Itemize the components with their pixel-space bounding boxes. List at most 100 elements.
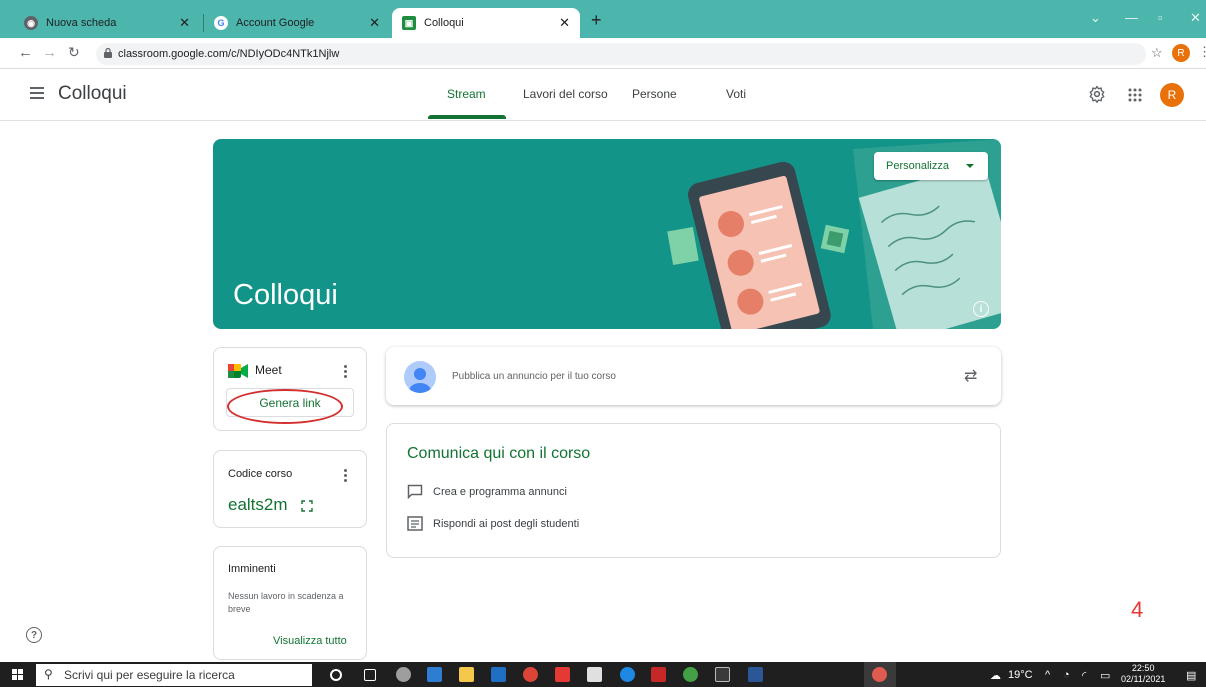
close-window-button[interactable]: ✕ (1190, 10, 1201, 26)
communicate-item: Crea e programma annunci (407, 484, 567, 499)
profile-avatar[interactable]: R (1172, 44, 1190, 62)
forward-arrow-icon[interactable]: → (42, 44, 57, 61)
outlook-icon[interactable] (491, 667, 506, 682)
page-number-annotation: 4 (1131, 597, 1144, 622)
gear-icon[interactable] (1088, 85, 1106, 103)
class-code-card: Codice corso ealts2m (213, 450, 367, 528)
taskbar-search-box[interactable]: ⚲ Scrivi qui per eseguire la ricerca (36, 664, 312, 686)
google-meet-icon (228, 364, 248, 378)
browser-tab-strip: ◉ Nuova scheda ✕ G Account Google ✕ ▣ Co… (0, 0, 1206, 38)
cortana-icon[interactable] (330, 669, 342, 681)
system-clock[interactable]: 22:50 02/11/2021 (1121, 663, 1165, 685)
classroom-icon: ▣ (402, 16, 416, 30)
back-arrow-icon[interactable]: ← (18, 44, 33, 61)
notifications-icon[interactable]: ▤ (1186, 669, 1196, 682)
highlight-ellipse (227, 389, 343, 424)
minimize-button[interactable]: — (1125, 10, 1138, 25)
file-explorer-icon[interactable] (459, 667, 474, 682)
url-text: classroom.google.com/c/NDIyODc4NTk1Njlw (118, 48, 340, 60)
browser-tab-colloqui[interactable]: ▣ Colloqui ✕ (392, 8, 580, 38)
weather-icon[interactable]: ☁ (990, 669, 1001, 682)
communicate-item-label: Crea e programma annunci (433, 485, 567, 498)
info-icon[interactable]: i (973, 301, 989, 317)
taskbar-app-icon[interactable] (587, 667, 602, 682)
acrobat-icon[interactable] (555, 667, 570, 682)
windows-start-icon[interactable] (12, 669, 24, 681)
customize-label: Personalizza (886, 160, 949, 172)
new-tab-button[interactable]: + (591, 10, 602, 31)
lock-icon (104, 48, 112, 58)
user-avatar-placeholder (404, 361, 436, 393)
battery-icon[interactable]: ▭ (1100, 669, 1110, 682)
google-icon: G (214, 16, 228, 30)
search-icon: ⚲ (44, 667, 53, 681)
view-all-link[interactable]: Visualizza tutto (273, 635, 347, 647)
tab-title: Colloqui (424, 17, 464, 29)
upcoming-title: Imminenti (228, 563, 276, 575)
temperature-text: 19°C (1008, 669, 1033, 681)
banner-class-title: Colloqui (233, 279, 338, 311)
taskbar-app-icon[interactable] (715, 667, 730, 682)
browser-toolbar: ← → ↻ classroom.google.com/c/NDIyODc4NTk… (0, 38, 1206, 69)
tab-search-chevron-icon[interactable]: ⌄ (1090, 10, 1101, 26)
classroom-header: Colloqui Stream Lavori del corso Persone… (0, 69, 1206, 121)
tab-persone[interactable]: Persone (632, 87, 677, 101)
help-icon[interactable]: ? (26, 627, 42, 643)
communicate-title: Comunica qui con il corso (407, 445, 591, 462)
upcoming-empty-text: Nessun lavoro in scadenza a breve (228, 591, 344, 614)
close-tab-icon[interactable]: ✕ (369, 15, 380, 31)
maximize-button[interactable]: ▫ (1158, 10, 1163, 25)
tab-title: Account Google (236, 17, 315, 29)
class-code-more-options-icon[interactable] (344, 469, 348, 484)
browser-menu-icon[interactable]: ⋮ (1198, 44, 1206, 60)
task-view-icon[interactable] (364, 669, 376, 681)
tab-stream[interactable]: Stream (447, 87, 486, 101)
caret-down-icon (966, 164, 974, 168)
active-tab-indicator (428, 115, 506, 119)
hamburger-menu-icon[interactable] (30, 87, 44, 99)
reload-icon[interactable]: ↻ (68, 44, 80, 61)
close-tab-icon[interactable]: ✕ (179, 15, 190, 31)
filezilla-icon[interactable] (651, 667, 666, 682)
class-banner: Colloqui Personalizza i (213, 139, 1001, 329)
announcement-placeholder: Pubblica un annuncio per il tuo corso (452, 371, 616, 382)
browser-tab-nuova-scheda[interactable]: ◉ Nuova scheda ✕ (14, 8, 200, 38)
tab-lavori-del-corso[interactable]: Lavori del corso (523, 87, 608, 101)
close-tab-icon[interactable]: ✕ (559, 15, 570, 31)
chat-bubble-icon (407, 484, 423, 499)
communicate-item: Rispondi ai post degli studenti (407, 516, 579, 531)
class-title: Colloqui (58, 83, 127, 104)
windows-taskbar: ⚲ Scrivi qui per eseguire la ricerca ☁ 1… (0, 662, 1206, 687)
address-bar[interactable]: classroom.google.com/c/NDIyODc4NTk1Njlw (96, 43, 1146, 65)
bookmark-star-icon[interactable]: ☆ (1151, 45, 1163, 61)
word-icon[interactable] (748, 667, 763, 682)
fullscreen-icon[interactable] (301, 500, 313, 512)
network-icon[interactable]: ◔ (1063, 669, 1070, 681)
announcement-composer[interactable]: Pubblica un annuncio per il tuo corso ⇄ (386, 347, 1001, 405)
meet-title: Meet (255, 363, 282, 377)
tray-chevron-icon[interactable]: ^ (1045, 669, 1050, 681)
apps-grid-icon[interactable] (1128, 88, 1142, 102)
chrome-app-icon[interactable] (523, 667, 538, 682)
communicate-card: Comunica qui con il corso Crea e program… (386, 423, 1001, 558)
wifi-icon[interactable]: ◜ (1082, 669, 1086, 682)
upcoming-card: Imminenti Nessun lavoro in scadenza a br… (213, 546, 367, 660)
tab-title: Nuova scheda (46, 17, 117, 29)
chrome-icon: ◉ (24, 16, 38, 30)
customize-button[interactable]: Personalizza (874, 152, 988, 180)
settings-app-icon[interactable] (396, 667, 411, 682)
class-code-label: Codice corso (228, 468, 293, 480)
browser-tab-account-google[interactable]: G Account Google ✕ (204, 8, 390, 38)
chrome-app-icon[interactable] (620, 667, 635, 682)
clock-date: 02/11/2021 (1121, 674, 1166, 684)
communicate-item-label: Rispondi ai post degli studenti (433, 517, 580, 530)
taskbar-app-icon[interactable] (683, 667, 698, 682)
repost-icon[interactable]: ⇄ (964, 366, 977, 386)
class-code-value: ealts2m (228, 495, 288, 514)
taskbar-app-icon[interactable] (427, 667, 442, 682)
meet-more-options-icon[interactable] (344, 365, 348, 380)
post-list-icon (407, 516, 423, 531)
tab-voti[interactable]: Voti (726, 87, 746, 101)
user-avatar[interactable]: R (1160, 83, 1184, 107)
taskbar-search-placeholder: Scrivi qui per eseguire la ricerca (64, 668, 235, 682)
